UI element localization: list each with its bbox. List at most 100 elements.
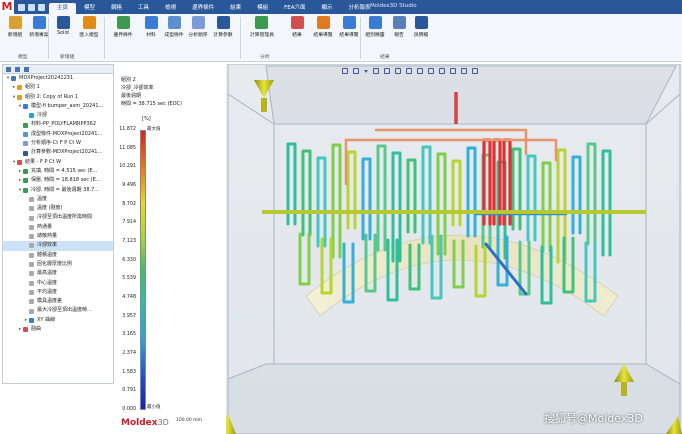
ribbon-button-label: Solid bbox=[57, 31, 69, 36]
section-icon[interactable] bbox=[406, 68, 412, 74]
tab-3[interactable]: 工具 bbox=[130, 3, 157, 14]
help-doc-button[interactable]: 說明檔 bbox=[410, 16, 432, 38]
tab-8[interactable]: FEA介面 bbox=[276, 3, 313, 14]
tab-1[interactable]: 模型 bbox=[76, 3, 103, 14]
redo-icon[interactable] bbox=[38, 3, 45, 11]
legend-tick-label: 2.374 bbox=[122, 351, 136, 356]
tab-5[interactable]: 邊界條件 bbox=[184, 3, 222, 14]
result-guide-button[interactable]: 結果導覽 bbox=[338, 16, 360, 38]
tree-node[interactable]: 成型條件-MDXProject20241... bbox=[3, 130, 113, 139]
ribbon-button-label: 說明檔 bbox=[413, 33, 429, 38]
tree-node[interactable]: 最大冷卻至頂出溫度時... bbox=[3, 306, 113, 315]
tree-node[interactable]: 最高溫度 bbox=[3, 269, 113, 278]
tree-view-icon[interactable] bbox=[6, 66, 11, 72]
new-group-button[interactable]: 新增組 bbox=[4, 16, 26, 38]
tree-node[interactable]: ▾ 結果 - F P Ct W bbox=[3, 158, 113, 167]
tab-2[interactable]: 網格 bbox=[103, 3, 130, 14]
analysis-sequence-button[interactable]: 分析順序 bbox=[187, 16, 209, 38]
tree-node[interactable]: 溫度 bbox=[3, 195, 113, 204]
save-icon[interactable] bbox=[18, 3, 25, 11]
moldex-logo: Moldex3D bbox=[121, 418, 169, 428]
legend-tick-label: 7.123 bbox=[122, 239, 136, 244]
tree-node[interactable]: 冷卻 bbox=[3, 111, 113, 120]
tree-node-label: 組別 1 bbox=[25, 84, 40, 91]
tree-node[interactable]: ▾ 組別 2: Copy of Run 1 bbox=[3, 93, 113, 102]
new-project-button[interactable]: 新增專案 bbox=[28, 16, 50, 38]
result-button[interactable]: 結果 bbox=[286, 16, 308, 38]
zoom-icon[interactable] bbox=[373, 68, 379, 74]
tree-node[interactable]: 熱通量 bbox=[3, 223, 113, 232]
help-doc-icon bbox=[414, 16, 428, 29]
pan-icon[interactable] bbox=[342, 68, 348, 74]
tree-node-label: 成型條件-MDXProject20241... bbox=[31, 130, 103, 137]
ribbon-button-label: 計算參數 bbox=[213, 33, 233, 38]
dropdown-icon[interactable] bbox=[364, 69, 368, 73]
tree-node[interactable]: ▸ 翹曲 bbox=[3, 325, 113, 334]
tree-node-icon bbox=[17, 159, 22, 165]
new-project-icon bbox=[32, 16, 46, 29]
report-button[interactable]: 報告 bbox=[388, 16, 410, 38]
tab-4[interactable]: 檢視 bbox=[157, 3, 184, 14]
tab-7[interactable]: 模組 bbox=[249, 3, 276, 14]
job-manager-button[interactable]: 計算管理員 bbox=[250, 16, 274, 38]
compute-param-button[interactable]: 計算參數 bbox=[212, 16, 234, 38]
tab-6[interactable]: 結果 bbox=[222, 3, 249, 14]
tree-filter-icon[interactable] bbox=[24, 66, 29, 72]
tree-node-label: 溫度 bbox=[37, 195, 48, 202]
tree-node-label: 最高溫度 bbox=[37, 270, 58, 277]
tree-node[interactable]: 平均溫度 bbox=[3, 288, 113, 297]
boundary-button[interactable]: 邊界條件 bbox=[112, 16, 134, 38]
ribbon-button-label: 成型條件 bbox=[164, 33, 184, 38]
tree-node-label: 中心溫度 bbox=[37, 279, 58, 286]
view-cube-icon[interactable] bbox=[395, 68, 401, 74]
tree-node[interactable]: 冷卻至頂出溫度所需時間 bbox=[3, 213, 113, 222]
tree-node[interactable]: ▸ 組別 1 bbox=[3, 83, 113, 92]
tree-node[interactable]: 模具溫度差 bbox=[3, 297, 113, 306]
measure-icon[interactable] bbox=[461, 68, 467, 74]
tree-node[interactable]: 冷卻效率 bbox=[3, 241, 113, 251]
tab-9[interactable]: 顯示 bbox=[314, 3, 341, 14]
result-nav-button[interactable]: 結果導覽 bbox=[312, 16, 334, 38]
job-manager-icon bbox=[254, 16, 268, 29]
tab-0[interactable]: 主頁 bbox=[49, 3, 77, 14]
import-model-button[interactable]: 匯入模型 bbox=[78, 16, 100, 38]
tree-node[interactable]: ▸ 保壓, 時間 = 18.818 sec (E... bbox=[3, 176, 113, 185]
tree-node[interactable]: ▾ 冷卻, 時間 = 最後週期 38.7... bbox=[3, 186, 113, 195]
color-scale-bar bbox=[140, 130, 146, 410]
watermark: 搜狐号@Moldex3D bbox=[544, 412, 643, 425]
process-condition-button[interactable]: 成型條件 bbox=[163, 16, 185, 38]
rotate-icon[interactable] bbox=[353, 68, 359, 74]
material-button[interactable]: 材料 bbox=[140, 16, 162, 38]
app-logo[interactable]: M bbox=[0, 0, 14, 14]
tree-node-icon bbox=[29, 289, 34, 295]
display-mode-icon[interactable] bbox=[417, 68, 423, 74]
capture-icon[interactable] bbox=[472, 68, 478, 74]
tree-node[interactable]: 體積溫度 bbox=[3, 251, 113, 260]
tree-node[interactable]: 中心溫度 bbox=[3, 279, 113, 288]
tree-toolbar bbox=[3, 65, 113, 74]
solid-button[interactable]: Solid bbox=[52, 16, 74, 36]
legend-tick-label: 0.791 bbox=[122, 388, 136, 394]
tree-node[interactable]: ▾ MDXProject20241231 bbox=[3, 74, 113, 83]
3d-viewport[interactable] bbox=[226, 64, 682, 434]
tree-node[interactable]: 計算參數-MDXProject20241... bbox=[3, 148, 113, 157]
group-wizard-button[interactable]: 組別精靈 bbox=[364, 16, 386, 38]
tree-node[interactable]: ▾ 模型-fi bumper_asm_20241... bbox=[3, 102, 113, 111]
legend-tick-label: 10.291 bbox=[119, 164, 136, 170]
tree-list-icon[interactable] bbox=[15, 66, 20, 72]
tree-node[interactable]: ▸ 充填, 時間 = 4.515 sec (E... bbox=[3, 167, 113, 176]
tree-node[interactable]: 分析順序-Ct F P Ct W bbox=[3, 139, 113, 148]
tree-node[interactable]: 總散熱量 bbox=[3, 232, 113, 241]
probe-icon[interactable] bbox=[428, 68, 434, 74]
legend-cycle: 最後週期 bbox=[121, 93, 142, 99]
tree-node[interactable]: ▸ XY 曲線 bbox=[3, 316, 113, 325]
fit-icon[interactable] bbox=[384, 68, 390, 74]
quick-access-toolbar bbox=[18, 3, 45, 11]
tree-node-label: XY 曲線 bbox=[37, 316, 56, 323]
tree-node[interactable]: 材料-PP_POLYFLAMRPP362 bbox=[3, 120, 113, 129]
undo-icon[interactable] bbox=[28, 3, 35, 11]
mesh-icon[interactable] bbox=[450, 68, 456, 74]
tree-node[interactable]: 溫度 (剛度) bbox=[3, 204, 113, 213]
tree-node[interactable]: 固化層厚度比例 bbox=[3, 260, 113, 269]
transparency-icon[interactable] bbox=[439, 68, 445, 74]
